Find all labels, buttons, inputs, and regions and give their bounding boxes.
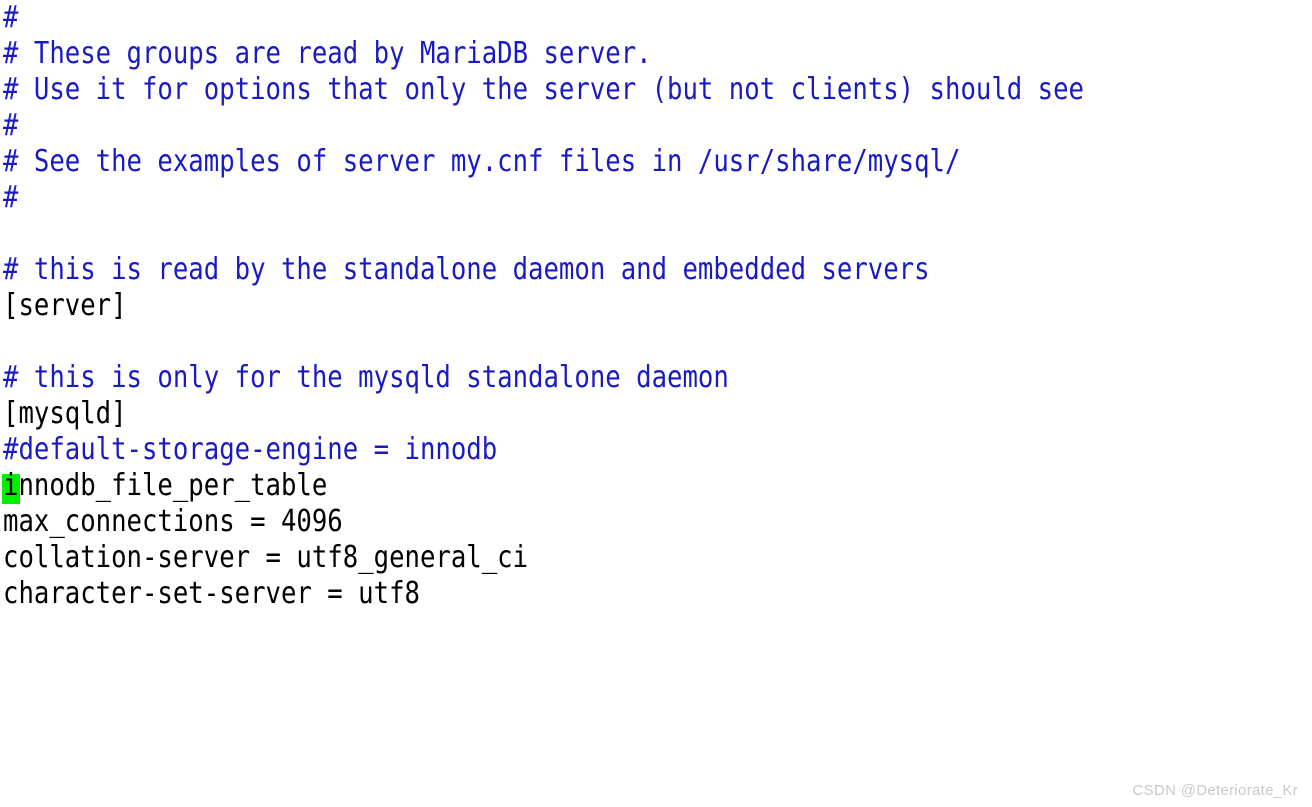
code-line[interactable]: [mysqld] [3,396,1120,432]
code-line[interactable]: # These groups are read by MariaDB serve… [3,36,1120,72]
code-line[interactable]: # this is only for the mysqld standalone… [3,360,1120,396]
code-line[interactable]: # [3,108,1120,144]
text-editor-viewport[interactable]: # # These groups are read by MariaDB serv… [0,0,1312,807]
file-buffer[interactable]: # # These groups are read by MariaDB serv… [3,0,1309,612]
code-line[interactable]: #default-storage-engine = innodb [3,432,1120,468]
code-line[interactable]: # Use it for options that only the serve… [3,72,1120,108]
block-cursor-character: i [3,468,19,503]
code-line[interactable]: # [3,180,1120,216]
code-line[interactable]: character-set-server = utf8 [3,576,1120,612]
code-line[interactable]: max_connections = 4096 [3,504,1120,540]
code-line[interactable]: [server] [3,288,1120,324]
code-line[interactable]: innodb_file_per_table [3,468,1120,504]
code-line[interactable]: # this is read by the standalone daemon … [3,252,1120,288]
code-line[interactable] [3,216,1120,252]
code-line[interactable]: # [3,0,1120,36]
csdn-watermark: CSDN @Deteriorate_Kr [1132,782,1298,799]
code-line[interactable]: # See the examples of server my.cnf file… [3,144,1120,180]
code-line[interactable]: collation-server = utf8_general_ci [3,540,1120,576]
code-line[interactable] [3,324,1120,360]
